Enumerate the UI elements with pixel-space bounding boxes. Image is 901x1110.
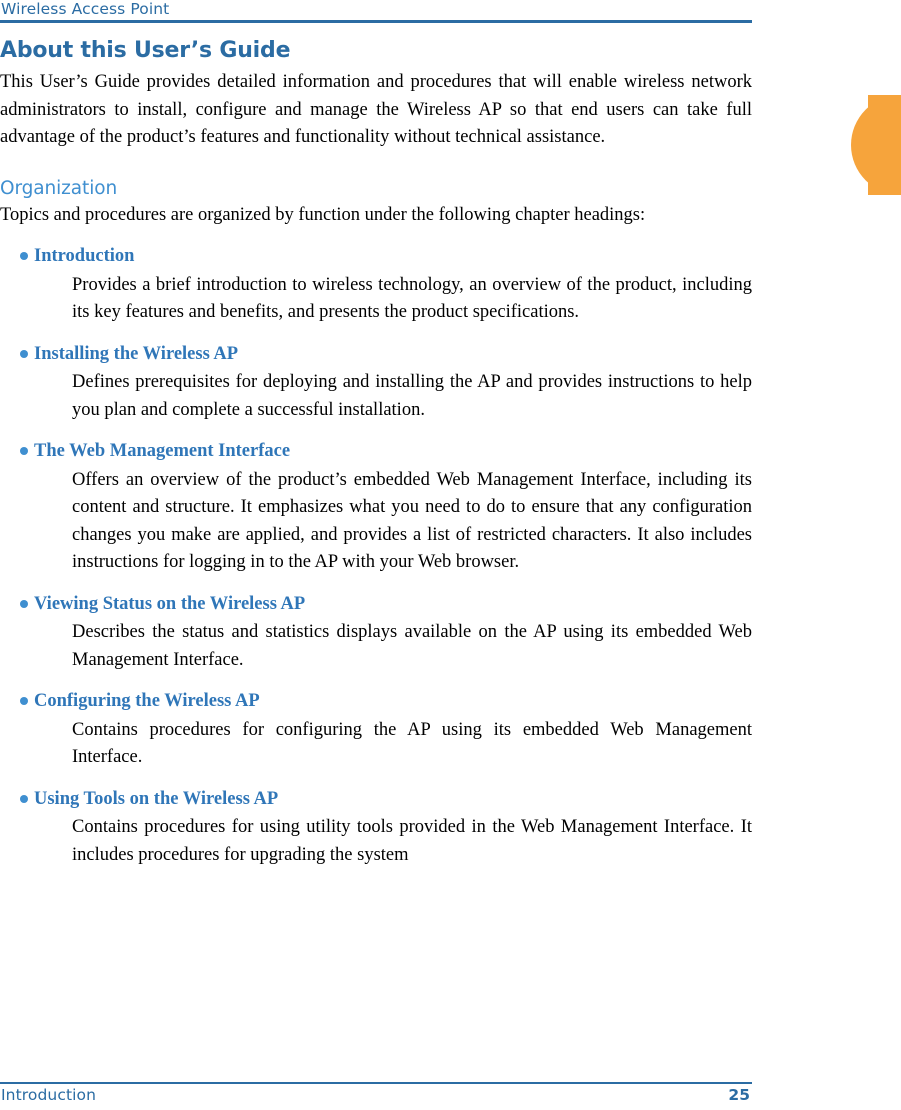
bullet-dot-icon xyxy=(0,786,34,803)
page-edge-tab xyxy=(851,95,901,195)
page-footer: Introduction 25 xyxy=(0,1081,752,1104)
list-item-body: Describes the status and statistics disp… xyxy=(72,622,752,670)
page-header: Wireless Access Point xyxy=(0,0,752,23)
list-item-body: Provides a brief introduction to wireles… xyxy=(72,274,752,323)
bullet-dot-icon xyxy=(0,341,34,358)
list-item: Viewing Status on the Wireless AP xyxy=(0,591,752,619)
section-heading-organization: Organization xyxy=(0,177,118,199)
list-item: Using Tools on the Wireless AP xyxy=(0,786,752,814)
footer-chapter-label: Introduction xyxy=(1,1086,97,1104)
bullet-dot-icon xyxy=(0,243,34,260)
page-title: About this User’s Guide xyxy=(0,38,291,63)
document-page: Wireless Access Point About this User’s … xyxy=(0,0,901,1110)
header-title: Wireless Access Point xyxy=(1,0,170,18)
list-item: The Web Management Interface xyxy=(0,438,752,466)
list-item: Installing the Wireless AP xyxy=(0,341,752,369)
list-item-body: Contains procedures for configuring the … xyxy=(72,719,752,768)
bullet-dot-icon xyxy=(0,591,34,608)
list-item-title: The Web Management Interface xyxy=(34,441,291,461)
list-item: Introduction xyxy=(0,243,752,271)
page-number: 25 xyxy=(728,1086,750,1104)
chapter-list: Introduction Provides a brief introducti… xyxy=(0,243,752,869)
header-divider xyxy=(0,20,752,23)
list-item-title: Viewing Status on the Wireless AP xyxy=(34,593,306,614)
list-item-title: Configuring the Wireless AP xyxy=(34,691,260,711)
page-content: About this User’s Guide This User’s Guid… xyxy=(0,38,752,883)
bullet-dot-icon xyxy=(0,688,34,705)
list-item-title: Using Tools on the Wireless AP xyxy=(34,788,279,809)
intro-paragraph: This User’s Guide provides detailed info… xyxy=(0,72,752,147)
organization-paragraph: Topics and procedures are organized by f… xyxy=(0,204,646,225)
footer-row: Introduction 25 xyxy=(0,1086,752,1104)
list-item-body: Offers an overview of the product’s embe… xyxy=(72,469,752,573)
footer-divider xyxy=(0,1081,752,1084)
list-item-body: Contains procedures for using utility to… xyxy=(72,817,752,865)
list-item: Configuring the Wireless AP xyxy=(0,688,752,716)
list-item-title: Introduction xyxy=(34,246,135,266)
list-item-body: Defines prerequisites for deploying and … xyxy=(72,372,752,420)
list-item-title: Installing the Wireless AP xyxy=(34,343,239,364)
page-edge-tab-inner xyxy=(868,95,901,195)
bullet-dot-icon xyxy=(0,438,34,455)
